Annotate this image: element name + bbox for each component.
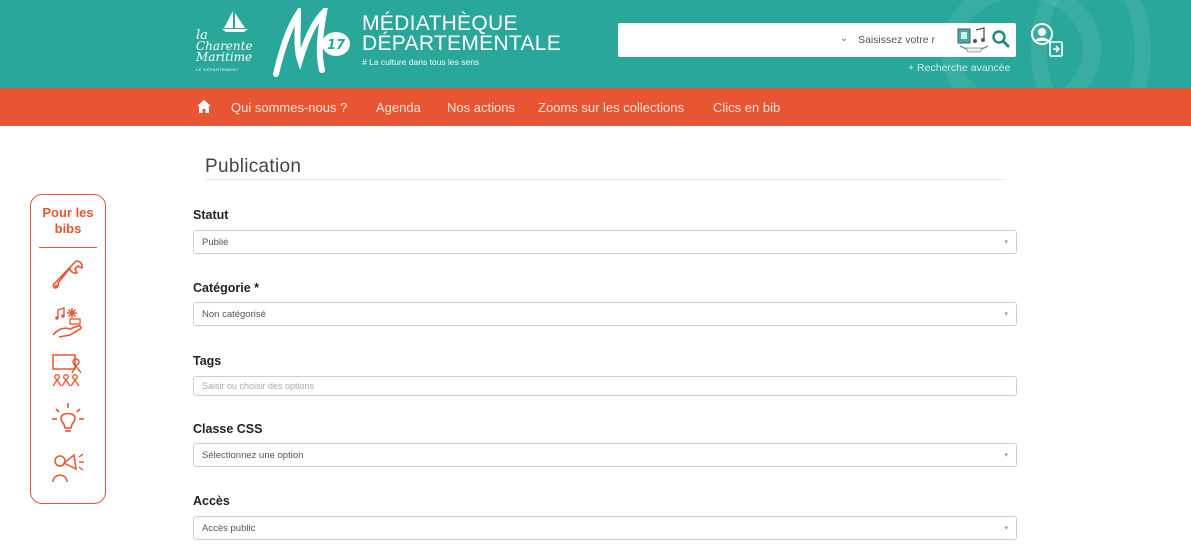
site-header: la Charente Maritime LE DÉPARTEMENT 17 M… — [0, 0, 1191, 88]
pour-les-bibs-panel: Pour les bibs — [30, 194, 106, 504]
logo-text: la Charente Maritime — [196, 29, 253, 64]
section-divider — [205, 179, 1005, 180]
panel-divider — [39, 247, 97, 248]
hand-music-icon[interactable] — [50, 305, 86, 341]
dropdown-arrow-icon: ▾ — [1004, 239, 1008, 246]
books-music-icon — [957, 27, 989, 53]
main-navigation: Qui sommes-nous ? Agenda Nos actions Zoo… — [0, 88, 1191, 126]
status-label: Statut — [193, 208, 229, 222]
sailboat-icon — [222, 11, 248, 32]
md17-logo[interactable]: 17 — [270, 8, 352, 80]
tags-placeholder: Saisir ou choisir des options — [202, 381, 315, 391]
lightbulb-icon[interactable] — [50, 401, 86, 437]
logo-department: LE DÉPARTEMENT — [196, 67, 239, 72]
site-tagline: # La culture dans tous les sens — [362, 57, 480, 67]
status-value: Publié — [202, 237, 229, 248]
logo-maritime: Maritime — [196, 50, 253, 64]
access-select[interactable]: Accès public ▾ — [193, 516, 1017, 540]
magnifier-icon[interactable] — [992, 30, 1010, 48]
access-value: Accès public — [202, 523, 256, 534]
nav-item-nos-actions[interactable]: Nos actions — [447, 100, 515, 115]
wrench-icon[interactable] — [50, 257, 86, 293]
charente-maritime-logo[interactable]: la Charente Maritime LE DÉPARTEMENT — [196, 10, 266, 76]
category-label: Catégorie * — [193, 281, 259, 295]
training-group-icon[interactable] — [50, 353, 86, 389]
status-select[interactable]: Publié ▾ — [193, 230, 1017, 254]
dropdown-arrow-icon: ▾ — [1004, 311, 1008, 318]
nav-item-qui-sommes-nous[interactable]: Qui sommes-nous ? — [231, 100, 347, 115]
search-input[interactable]: Saisissez votre r — [858, 34, 936, 46]
section-title: Publication — [205, 156, 302, 177]
svg-text:17: 17 — [327, 38, 346, 53]
category-select[interactable]: Non catégorisé ▾ — [193, 302, 1017, 326]
panel-title: Pour les bibs — [31, 205, 105, 237]
css-class-label: Classe CSS — [193, 422, 263, 436]
home-icon[interactable] — [197, 100, 211, 113]
nav-item-clics-en-bib[interactable]: Clics en bib — [713, 100, 780, 115]
access-label: Accès — [193, 494, 230, 508]
site-title-line1: MÉDIATHÈQUE — [362, 12, 518, 35]
dropdown-arrow-icon: ▾ — [1004, 525, 1008, 532]
advanced-search-link[interactable]: + Recherche avancée — [908, 62, 1010, 74]
dropdown-arrow-icon: ▾ — [1004, 452, 1008, 459]
megaphone-person-icon[interactable] — [50, 449, 86, 485]
category-value: Non catégorisé — [202, 309, 266, 320]
nav-item-agenda[interactable]: Agenda — [376, 100, 421, 115]
tags-label: Tags — [193, 354, 222, 368]
site-title-line2: DÉPARTEMENTALE — [362, 32, 562, 55]
search-scope-dropdown[interactable]: ⌄ — [840, 33, 848, 44]
search-box[interactable]: ⌄ Saisissez votre r — [618, 23, 1016, 57]
nav-item-zooms-collections[interactable]: Zooms sur les collections — [538, 100, 684, 115]
user-login-icon[interactable] — [1028, 22, 1066, 60]
css-class-select[interactable]: Sélectionnez une option ▾ — [193, 443, 1017, 467]
css-class-value: Sélectionnez une option — [202, 450, 304, 461]
tags-input[interactable]: Saisir ou choisir des options — [193, 376, 1017, 396]
panel-title-line2: bibs — [54, 221, 82, 236]
panel-title-line1: Pour les — [42, 205, 94, 220]
site-title[interactable]: MÉDIATHÈQUE DÉPARTEMENTALE # La culture … — [362, 12, 562, 67]
